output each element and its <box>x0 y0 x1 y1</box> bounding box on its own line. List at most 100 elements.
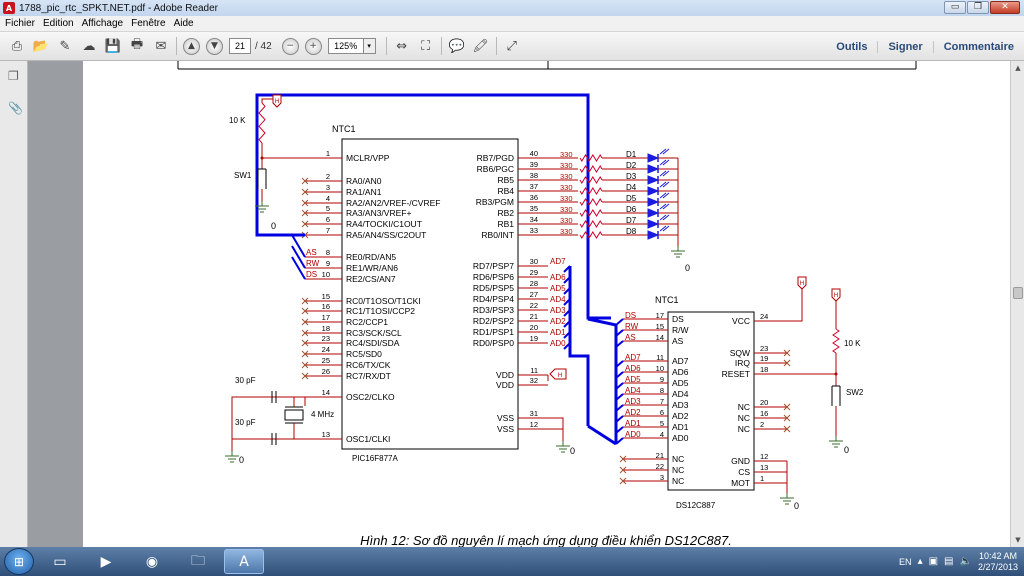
pin-name: RE1/WR/AN6 <box>346 263 398 273</box>
pin-number: 13 <box>322 430 330 439</box>
menu-edit[interactable]: Edition <box>43 18 74 29</box>
pin-name: R/W <box>672 325 689 335</box>
print-icon[interactable]: 🖶 <box>128 37 146 55</box>
clock-date: 2/27/2013 <box>977 561 1018 572</box>
net-label: AD0 <box>625 430 641 439</box>
start-button[interactable]: ⊞ <box>4 548 34 575</box>
pin-name: VCC <box>732 316 750 326</box>
zoom-out-button[interactable]: − <box>281 37 299 55</box>
switch-label: SW2 <box>846 388 864 397</box>
clock[interactable]: 10:42 AM 2/27/2013 <box>978 551 1018 573</box>
net-label: AD3 <box>625 397 641 406</box>
menu-help[interactable]: Aide <box>174 18 194 29</box>
cap-label: 30 pF <box>235 418 256 427</box>
net-label: DS <box>625 311 636 320</box>
pin-name: AD7 <box>672 356 689 366</box>
resistor-value: 330 <box>560 216 573 225</box>
media-player-icon[interactable]: ▶ <box>86 549 126 574</box>
vertical-scrollbar[interactable]: ▲ ▼ <box>1010 61 1024 547</box>
pages-panel-icon[interactable]: ❐ <box>8 69 20 83</box>
email-icon[interactable]: ✉ <box>152 37 170 55</box>
zoom-in-button[interactable]: + <box>304 37 322 55</box>
close-button[interactable]: ✕ <box>990 1 1020 14</box>
pin-number: 22 <box>530 301 538 310</box>
maximize-button[interactable]: ❐ <box>967 1 989 14</box>
pin-name: VSS <box>497 424 514 434</box>
pin-number: 9 <box>660 375 664 384</box>
pin-name: CS <box>738 467 750 477</box>
scroll-thumb[interactable] <box>1013 287 1023 299</box>
create-pdf-icon[interactable]: ⎙ <box>8 37 26 55</box>
scroll-up-icon[interactable]: ▲ <box>1012 62 1024 74</box>
resistor-value: 330 <box>560 172 573 181</box>
pin-name: RC1/T1OSI/CCP2 <box>346 306 415 316</box>
highlight-icon[interactable]: 🖍 <box>472 37 490 55</box>
comment-icon[interactable]: 💬 <box>448 37 466 55</box>
zoom-dropdown[interactable]: ▾ <box>363 38 376 54</box>
edit-icon[interactable]: ✎ <box>56 37 74 55</box>
pin-name: MCLR/VPP <box>346 153 390 163</box>
page-number-input[interactable]: 21 <box>229 38 251 54</box>
pin-number: 21 <box>656 451 664 460</box>
tray-app-icon[interactable]: ▣ <box>929 556 938 567</box>
resistor-label: 10 K <box>844 339 861 348</box>
pin-number: 7 <box>660 397 664 406</box>
fit-page-icon[interactable]: ⛶ <box>417 37 435 55</box>
pin-name: AD3 <box>672 400 689 410</box>
menu-view[interactable]: Affichage <box>82 18 124 29</box>
desktop-icon[interactable]: ▭ <box>40 549 80 574</box>
window-title: 1788_pic_rtc_SPKT.NET.pdf - Adobe Reader <box>19 2 219 14</box>
pin-name: IRQ <box>735 358 751 368</box>
language-indicator[interactable]: EN <box>899 557 912 567</box>
led-label: D5 <box>626 194 637 203</box>
attachments-icon[interactable]: 📎 <box>8 101 23 115</box>
led-arrow <box>662 181 670 188</box>
pin-number: 4 <box>326 194 330 203</box>
prev-page-button[interactable]: ▲ <box>183 37 200 55</box>
pin-number: 27 <box>530 290 538 299</box>
pin-number: 23 <box>760 344 768 353</box>
pin-number: 39 <box>530 160 538 169</box>
net-label: DS <box>306 270 317 279</box>
pin-number: 28 <box>530 279 538 288</box>
pin-number: 8 <box>326 248 330 257</box>
expand-icon[interactable]: ⤢ <box>503 37 521 55</box>
save-icon[interactable]: 💾 <box>104 37 122 55</box>
scroll-down-icon[interactable]: ▼ <box>1012 534 1024 546</box>
pin-name: RA5/AN4/SS/C2OUT <box>346 230 426 240</box>
led-label: D8 <box>626 227 637 236</box>
pin-number: 14 <box>322 388 330 397</box>
bus-entry <box>291 245 306 269</box>
sign-link[interactable]: Signer <box>877 40 932 53</box>
fit-width-icon[interactable]: ⇔ <box>393 37 411 55</box>
led-arrow <box>662 225 670 232</box>
led-diode <box>647 153 660 163</box>
minimize-button[interactable]: ▭ <box>944 1 966 14</box>
comment-link[interactable]: Commentaire <box>932 40 1024 53</box>
open-icon[interactable]: 📂 <box>32 37 50 55</box>
tray-arrow-icon[interactable]: ▴ <box>918 556 923 567</box>
net-label: AD2 <box>625 408 641 417</box>
tools-link[interactable]: Outils <box>826 41 877 53</box>
resistor-value: 330 <box>560 205 573 214</box>
folder-icon[interactable]: 🗀 <box>178 549 218 574</box>
menu-file[interactable]: Fichier <box>5 18 35 29</box>
pin-number: 6 <box>660 408 664 417</box>
menu-window[interactable]: Fenêtre <box>131 18 165 29</box>
pin-number: 15 <box>656 322 664 331</box>
cloud-upload-icon[interactable]: ☁ <box>80 37 98 55</box>
resistor <box>579 209 603 217</box>
chrome-icon[interactable]: ◉ <box>132 549 172 574</box>
adobe-reader-task-icon[interactable]: A <box>224 549 264 574</box>
network-icon[interactable]: ▤ <box>944 556 953 567</box>
led-label: D2 <box>626 161 637 170</box>
zoom-input[interactable]: 125% <box>327 38 364 54</box>
pin-name: RA0/AN0 <box>346 176 382 186</box>
next-page-button[interactable]: ▼ <box>206 37 223 55</box>
volume-icon[interactable]: 🔈 <box>960 556 972 567</box>
title-bar: A 1788_pic_rtc_SPKT.NET.pdf - Adobe Read… <box>0 0 1024 16</box>
pin-name: VDD <box>496 380 514 390</box>
pin-name: AD4 <box>672 389 689 399</box>
toolbar-separator <box>495 37 497 55</box>
pin-number: 23 <box>322 334 330 343</box>
